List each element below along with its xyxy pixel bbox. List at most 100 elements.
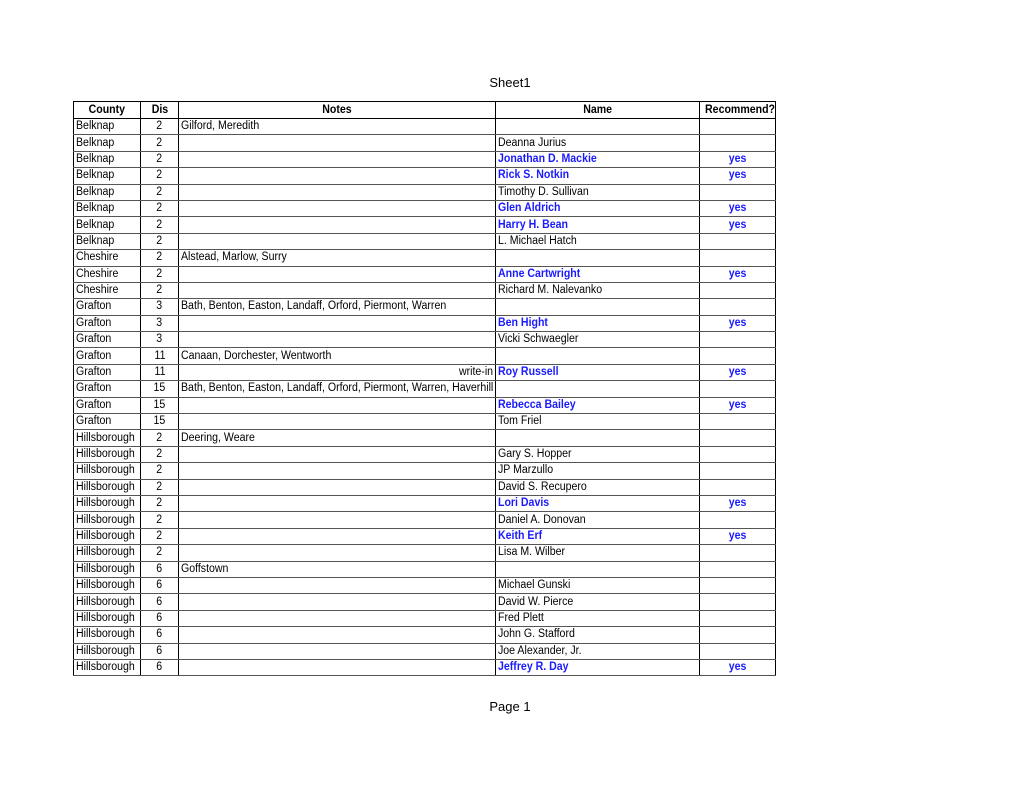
- cell-dis-text: 2: [156, 284, 163, 297]
- cell-name-text: Tom Friel: [498, 415, 542, 428]
- cell-recommend-text: yes: [728, 267, 747, 280]
- cell-recommend-text: yes: [728, 529, 747, 542]
- cell-recommend: yes: [699, 658, 776, 677]
- cell-notes: [178, 511, 496, 529]
- cell-county: Grafton: [73, 298, 141, 316]
- cell-name-text: John G. Stafford: [498, 628, 575, 641]
- cell-recommend-text: yes: [728, 497, 747, 510]
- cell-dis-text: 3: [156, 316, 163, 329]
- cell-name: Keith Erf: [495, 527, 700, 546]
- cell-name-text: Jonathan D. Mackie: [498, 152, 597, 165]
- cell-dis: 2: [140, 544, 179, 562]
- cell-dis: 11: [140, 347, 179, 365]
- cell-dis: 3: [140, 331, 179, 349]
- table-row: Hillsborough 6 Fred Plett: [73, 609, 776, 628]
- table-row: Belknap 2 Jonathan D. Mackie yes: [73, 150, 776, 169]
- cell-name: JP Marzullo: [495, 462, 700, 480]
- table-row: Grafton 15 Tom Friel: [73, 413, 776, 431]
- cell-county-text: Grafton: [76, 333, 112, 346]
- cell-county-text: Cheshire: [76, 267, 119, 280]
- cell-recommend: [699, 380, 776, 398]
- cell-notes: [178, 494, 496, 513]
- cell-county: Hillsborough: [73, 511, 141, 529]
- cell-county: Cheshire: [73, 249, 141, 267]
- cell-dis-text: 6: [156, 661, 163, 674]
- cell-county-text: Belknap: [76, 120, 115, 133]
- cell-county: Grafton: [73, 413, 141, 431]
- cell-dis-text: 2: [156, 448, 163, 460]
- cell-dis-text: 2: [156, 267, 163, 280]
- cell-name: Vicki Schwaegler: [495, 331, 700, 349]
- cell-dis: 3: [140, 314, 179, 333]
- cell-name: Joe Alexander, Jr.: [495, 642, 700, 660]
- cell-notes: [178, 396, 496, 415]
- cell-name: [495, 380, 700, 398]
- cell-notes: [178, 134, 496, 152]
- cell-dis: 2: [140, 216, 179, 234]
- cell-notes: [178, 445, 496, 464]
- cell-notes: Deering, Weare: [178, 429, 496, 447]
- cell-county-text: Belknap: [76, 136, 115, 149]
- cell-notes-text: Gilford, Meredith: [181, 120, 260, 133]
- page-footer: Page 1: [489, 699, 531, 714]
- cell-dis-text: 2: [156, 480, 163, 493]
- cell-county: Cheshire: [73, 281, 141, 300]
- cell-dis-text: 6: [156, 644, 163, 657]
- cell-notes-text: Bath, Benton, Easton, Landaff, Orford, P…: [181, 300, 447, 313]
- cell-county-text: Grafton: [76, 398, 112, 411]
- cell-recommend: yes: [699, 167, 776, 185]
- table-row: Cheshire 2 Alstead, Marlow, Surry: [73, 249, 776, 267]
- cell-dis: 2: [140, 462, 179, 480]
- cell-recommend: [699, 232, 776, 251]
- cell-recommend: yes: [699, 199, 776, 218]
- cell-dis: 15: [140, 413, 179, 431]
- cell-county-text: Hillsborough: [76, 595, 135, 608]
- cell-dis: 15: [140, 380, 179, 398]
- cell-name: [495, 560, 700, 578]
- cell-dis-text: 3: [156, 333, 163, 346]
- cell-recommend: yes: [699, 363, 776, 382]
- cell-recommend: [699, 576, 776, 595]
- table-row: Hillsborough 6 Goffstown: [73, 560, 776, 578]
- cell-dis-text: 11: [153, 349, 165, 362]
- cell-recommend: [699, 249, 776, 267]
- cell-dis-text: 2: [156, 431, 163, 444]
- cell-notes: [178, 478, 496, 496]
- cell-recommend: [699, 134, 776, 152]
- cell-county: Grafton: [73, 314, 141, 333]
- cell-notes: Canaan, Dorchester, Wentworth: [178, 347, 496, 365]
- cell-dis-text: 2: [156, 464, 163, 477]
- table-row: Grafton 11 Canaan, Dorchester, Wentworth: [73, 347, 776, 365]
- cell-county: Grafton: [73, 331, 141, 349]
- cell-name: David S. Recupero: [495, 478, 700, 496]
- table-row: Belknap 2 Glen Aldrich yes: [73, 199, 776, 218]
- cell-dis: 6: [140, 576, 179, 595]
- cell-dis: 3: [140, 298, 179, 316]
- cell-county-text: Belknap: [76, 234, 115, 247]
- table-row: Belknap 2 L. Michael Hatch: [73, 232, 776, 251]
- cell-county-text: Belknap: [76, 152, 115, 165]
- cell-recommend-text: yes: [728, 169, 747, 182]
- cell-recommend-text: yes: [728, 152, 747, 165]
- cell-county-text: Hillsborough: [76, 562, 135, 575]
- cell-dis: 2: [140, 150, 179, 169]
- cell-dis: 2: [140, 249, 179, 267]
- table-row: Hillsborough 2 Keith Erf yes: [73, 527, 776, 546]
- table-row: Hillsborough 2 JP Marzullo: [73, 462, 776, 480]
- cell-county-text: Hillsborough: [76, 448, 135, 460]
- header-dis: Dis: [140, 101, 179, 119]
- table-row: Grafton 11 write-in Roy Russell yes: [73, 363, 776, 382]
- header-county-label: County: [88, 103, 126, 116]
- cell-dis-text: 2: [156, 513, 163, 526]
- cell-name: Jeffrey R. Day: [495, 658, 700, 677]
- cell-name-text: Deanna Jurius: [498, 136, 567, 149]
- cell-county: Belknap: [73, 167, 141, 185]
- cell-notes: [178, 462, 496, 480]
- cell-name-text: Roy Russell: [498, 366, 559, 379]
- cell-recommend: [699, 331, 776, 349]
- cell-name-text: Timothy D. Sullivan: [498, 185, 589, 198]
- cell-county-text: Belknap: [76, 169, 115, 182]
- cell-dis-text: 2: [156, 234, 163, 247]
- cell-dis: 2: [140, 117, 179, 136]
- cell-dis: 11: [140, 363, 179, 382]
